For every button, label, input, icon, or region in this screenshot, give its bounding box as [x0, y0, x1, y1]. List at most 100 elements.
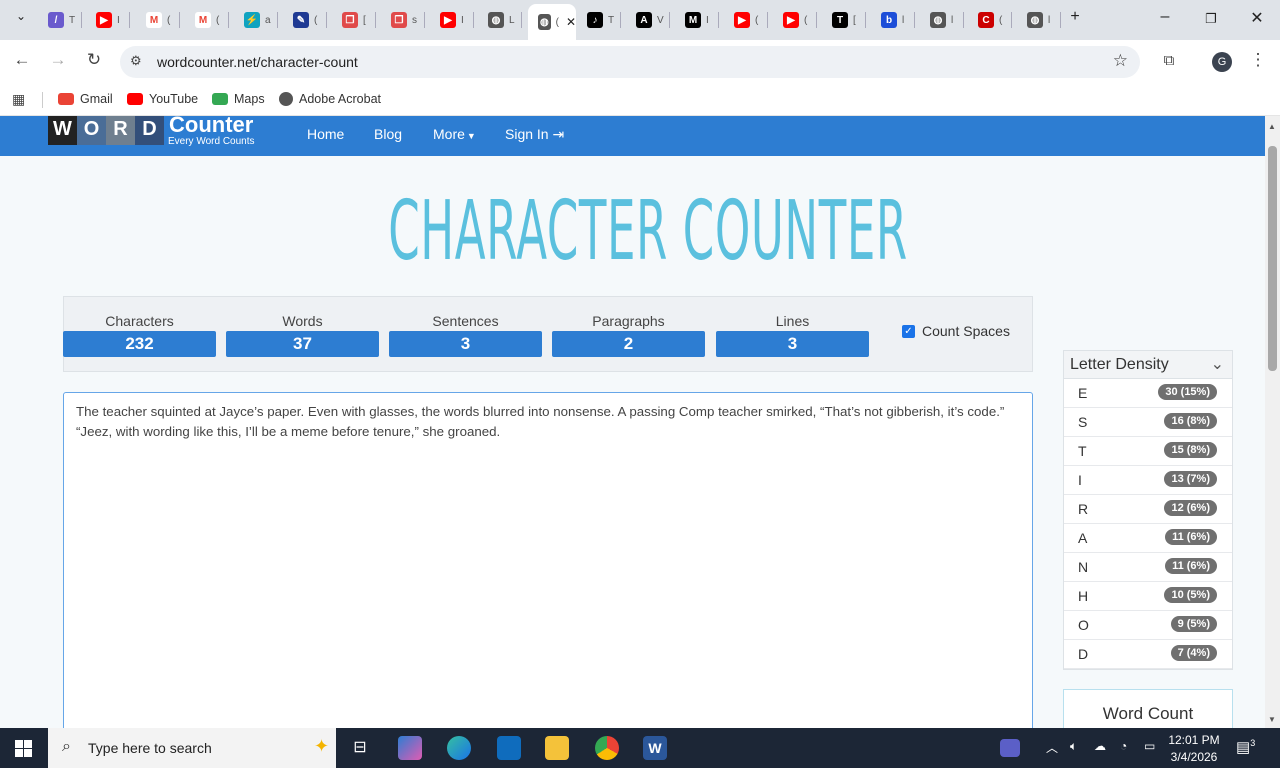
bookmark-label: Gmail	[80, 92, 113, 106]
feather-icon: /	[48, 12, 64, 28]
menu-icon[interactable]: ⋮	[1246, 50, 1270, 70]
browser-tab[interactable]: MI	[675, 8, 719, 32]
b-logo-icon: b	[881, 12, 897, 28]
back-button[interactable]: ←	[10, 50, 34, 70]
close-tab-icon[interactable]: ✕	[566, 15, 576, 29]
tab-divider	[767, 12, 768, 28]
notifications-icon[interactable]: ▤3	[1236, 738, 1255, 756]
tab-divider	[424, 12, 425, 28]
globe-icon: ◍	[538, 14, 551, 30]
browser-tab[interactable]: ▶ I	[430, 8, 474, 32]
browser-tab[interactable]: bl	[871, 8, 915, 32]
scrollbar-thumb[interactable]	[1268, 146, 1277, 371]
gmail-icon	[58, 93, 74, 105]
word-count-widget[interactable]: Word Count	[1063, 689, 1233, 728]
browser-tab[interactable]: / T	[38, 8, 82, 32]
density-badge: 16 (8%)	[1164, 413, 1217, 429]
logo-slogan: Every Word Counts	[168, 136, 255, 147]
density-badge: 15 (8%)	[1164, 442, 1217, 458]
clock[interactable]: 12:01 PM 3/4/2026	[1166, 733, 1222, 764]
text-input-area[interactable]: The teacher squinted at Jayce’s paper. E…	[63, 392, 1033, 728]
browser-tab[interactable]: ❐ s	[381, 8, 425, 32]
chevron-up-icon[interactable]: ︿	[1046, 739, 1058, 756]
nav-signin[interactable]: Sign In ⇥	[505, 126, 564, 143]
minimize-button[interactable]: –	[1150, 8, 1180, 26]
browser-tab[interactable]: T[	[822, 8, 866, 32]
new-tab-button[interactable]: +	[1060, 8, 1090, 26]
letter-density-header[interactable]: Letter Density ⌄	[1064, 351, 1232, 379]
file-explorer-icon[interactable]	[545, 736, 569, 760]
reload-button[interactable]: ↻	[82, 50, 106, 70]
globe-icon: ◍	[930, 12, 946, 28]
page-scrollbar[interactable]: ▲ ▼	[1265, 116, 1280, 728]
browser-tab[interactable]: ❐[	[332, 8, 376, 32]
scroll-up-icon[interactable]: ▲	[1268, 122, 1276, 131]
task-view-icon[interactable]: ⊟	[348, 736, 372, 760]
tab-title: T	[608, 14, 615, 26]
chevron-down-icon[interactable]: ⌄	[1211, 354, 1224, 374]
apps-grid-icon[interactable]: ▦	[12, 91, 25, 108]
density-row: H 10 (5%)	[1064, 582, 1232, 611]
copilot-icon[interactable]	[398, 736, 422, 760]
browser-tab[interactable]: ▶(	[773, 8, 817, 32]
chrome-icon[interactable]	[595, 736, 619, 760]
browser-tab[interactable]: ▶(	[724, 8, 768, 32]
bookmark-star-icon[interactable]: ☆	[1113, 51, 1128, 71]
tab-divider	[179, 12, 180, 28]
nav-more[interactable]: More ▼	[433, 126, 476, 142]
nav-home[interactable]: Home	[307, 126, 344, 142]
count-spaces-label: Count Spaces	[922, 323, 1010, 339]
battery-icon[interactable]: ▭	[1144, 739, 1155, 753]
browser-tab[interactable]: M(	[136, 8, 180, 32]
volume-icon[interactable]: 🔈︎	[1070, 739, 1077, 754]
site-logo[interactable]: W O R D	[48, 116, 164, 148]
bookmark-gmail[interactable]: Gmail	[58, 92, 113, 106]
browser-tab[interactable]: ◍ (✕	[528, 4, 576, 40]
count-spaces-checkbox[interactable]: ✓	[902, 324, 915, 338]
bookmark-youtube[interactable]: YouTube	[127, 92, 198, 106]
tab-title: (	[314, 14, 318, 26]
count-spaces-option[interactable]: ✓ Count Spaces	[902, 323, 1010, 339]
density-row: D 7 (4%)	[1064, 640, 1232, 669]
bookmark-maps[interactable]: Maps	[212, 92, 265, 106]
profile-avatar[interactable]: G	[1212, 52, 1232, 72]
cloud-icon[interactable]: ☁︎	[1094, 739, 1106, 753]
tab-title: [	[363, 14, 366, 26]
scroll-down-icon[interactable]: ▼	[1268, 715, 1276, 724]
search-icon: ⌕	[62, 738, 71, 755]
extensions-icon[interactable]: ⧉	[1157, 52, 1181, 69]
browser-tab[interactable]: C(	[968, 8, 1012, 32]
browser-tab[interactable]: ⚡ a	[234, 8, 278, 32]
address-bar[interactable]: ⚙ wordcounter.net/character-count ☆	[120, 46, 1140, 78]
browser-tab[interactable]: ◍ l	[920, 8, 964, 32]
tab-search-button[interactable]: ⌄	[6, 9, 36, 23]
medium-icon: M	[685, 12, 701, 28]
zoom-icon[interactable]	[1000, 739, 1020, 757]
taskbar-search[interactable]: ⌕ Type here to search ✦	[48, 728, 336, 768]
density-row: I 13 (7%)	[1064, 466, 1232, 495]
browser-tab[interactable]: AV	[626, 8, 670, 32]
browser-tab[interactable]: M(	[185, 8, 229, 32]
restore-button[interactable]: ❐	[1196, 11, 1226, 27]
browser-tab[interactable]: ▶ I	[86, 8, 130, 32]
windows-start-icon[interactable]	[15, 740, 32, 757]
nav-blog[interactable]: Blog	[374, 126, 402, 142]
browser-tab[interactable]: ✎(	[283, 8, 327, 32]
forward-button[interactable]: →	[46, 50, 70, 70]
site-info-icon[interactable]: ⚙	[130, 53, 142, 69]
logo-letter: W	[48, 116, 77, 145]
outlook-icon[interactable]	[497, 736, 521, 760]
tab-title: (	[804, 14, 808, 26]
tab-divider	[521, 12, 522, 28]
browser-tab[interactable]: ◍ L	[478, 8, 522, 32]
clock-time: 12:01 PM	[1168, 733, 1220, 747]
wifi-icon[interactable]: ◔	[1120, 739, 1127, 753]
edge-icon[interactable]	[447, 736, 471, 760]
bookmark-adobe-acrobat[interactable]: Adobe Acrobat	[279, 92, 381, 106]
youtube-icon: ▶	[96, 12, 112, 28]
close-window-button[interactable]: ✕	[1242, 8, 1272, 28]
word-icon[interactable]: W	[643, 736, 667, 760]
browser-tab[interactable]: ◍ l	[1017, 8, 1061, 32]
browser-tab[interactable]: ♪ T	[577, 8, 621, 32]
site-navbar: W O R D Counter Every Word Counts Home B…	[0, 116, 1265, 156]
